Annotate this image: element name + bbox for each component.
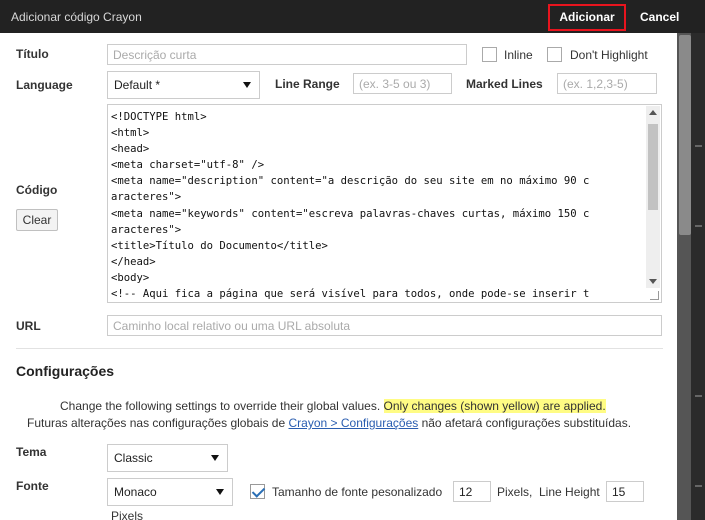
section-divider [16,348,663,349]
line-range-label: Line Range [275,77,340,91]
font-size-checkbox[interactable] [250,484,265,499]
code-line: <!-- Aqui fica a página que será visível… [111,288,590,301]
code-line: <head> [111,143,150,156]
code-line: <meta charset="utf-8" /> [111,159,265,172]
font-size-input[interactable]: 12 [453,481,491,502]
pixels-label: Pixels, [497,485,533,499]
code-line: <!DOCTYPE html> [111,111,207,123]
settings-note-2: Futuras alterações nas configurações glo… [27,416,631,430]
language-value: Default * [114,78,161,92]
clear-button[interactable]: Clear [16,209,58,231]
code-label: Código [16,183,58,197]
settings-note-highlight: Only changes (shown yellow) are applied. [383,399,606,413]
pixels-label-2: Pixels [111,509,144,520]
line-height-label: Line Height [539,485,600,499]
scroll-up-icon[interactable] [649,110,657,115]
chevron-down-icon [211,455,219,461]
code-scrollbar-thumb[interactable] [648,124,658,210]
line-height-input[interactable]: 15 [606,481,644,502]
title-label: Título [16,47,49,61]
background-edge [691,33,705,520]
scroll-down-icon[interactable] [649,279,657,284]
settings-note-2-suffix: não afetará configurações substituídas. [418,416,632,430]
theme-label: Tema [16,445,47,459]
theme-value: Classic [114,451,153,465]
background-mark [695,225,702,227]
dont-highlight-label: Don't Highlight [570,48,648,62]
code-line: </head> [111,255,156,268]
chevron-down-icon [216,489,224,495]
marked-lines-label: Marked Lines [466,77,543,91]
code-line: aracteres"> [111,223,182,236]
add-button[interactable]: Adicionar [548,4,626,31]
background-mark [695,485,702,487]
theme-select[interactable]: Classic [107,444,228,472]
settings-note-2-text: Futuras alterações nas configurações glo… [27,416,289,430]
code-line: <title>Título do Documento</title> [111,239,328,252]
background-mark [695,395,702,397]
resize-handle-icon[interactable] [650,291,659,300]
marked-lines-input[interactable]: (ex. 1,2,3-5) [557,73,657,94]
line-range-input[interactable]: (ex. 3-5 ou 3) [353,73,452,94]
title-input[interactable]: Descrição curta [107,44,467,65]
dialog-titlebar: Adicionar código Crayon Adicionar Cancel [0,0,705,33]
code-line: <meta name="keywords" content="escreva p… [111,207,590,220]
inline-label: Inline [504,48,533,62]
code-line: <body> [111,271,150,284]
language-select[interactable]: Default * [107,71,260,99]
settings-heading: Configurações [16,363,115,379]
url-label: URL [16,319,41,333]
code-content: <!DOCTYPE html> <html> <head> <meta char… [108,105,661,302]
chevron-down-icon [243,82,251,88]
cancel-button[interactable]: Cancel [640,10,679,24]
settings-note-1: Change the following settings to overrid… [60,399,606,413]
url-input[interactable]: Caminho local relativo ou uma URL absolu… [107,315,662,336]
code-scrollbar[interactable] [646,106,660,288]
crayon-settings-link[interactable]: Crayon > Configurações [289,416,419,430]
background-mark [695,145,702,147]
font-value: Monaco [114,485,157,499]
code-line: <meta name="description" content="a desc… [111,175,590,188]
font-size-label: Tamanho de fonte pesonalizado [272,485,443,499]
dont-highlight-checkbox[interactable] [547,47,562,62]
font-select[interactable]: Monaco [107,478,233,506]
code-textarea[interactable]: <!DOCTYPE html> <html> <head> <meta char… [107,104,662,303]
language-label: Language [16,78,73,92]
font-label: Fonte [16,479,49,493]
settings-note-1-text: Change the following settings to overrid… [60,399,384,413]
dialog-title: Adicionar código Crayon [11,10,142,24]
inline-checkbox[interactable] [482,47,497,62]
code-line: aracteres"> [111,191,182,204]
code-line: <html> [111,127,150,140]
page-scrollbar-thumb[interactable] [679,35,691,235]
